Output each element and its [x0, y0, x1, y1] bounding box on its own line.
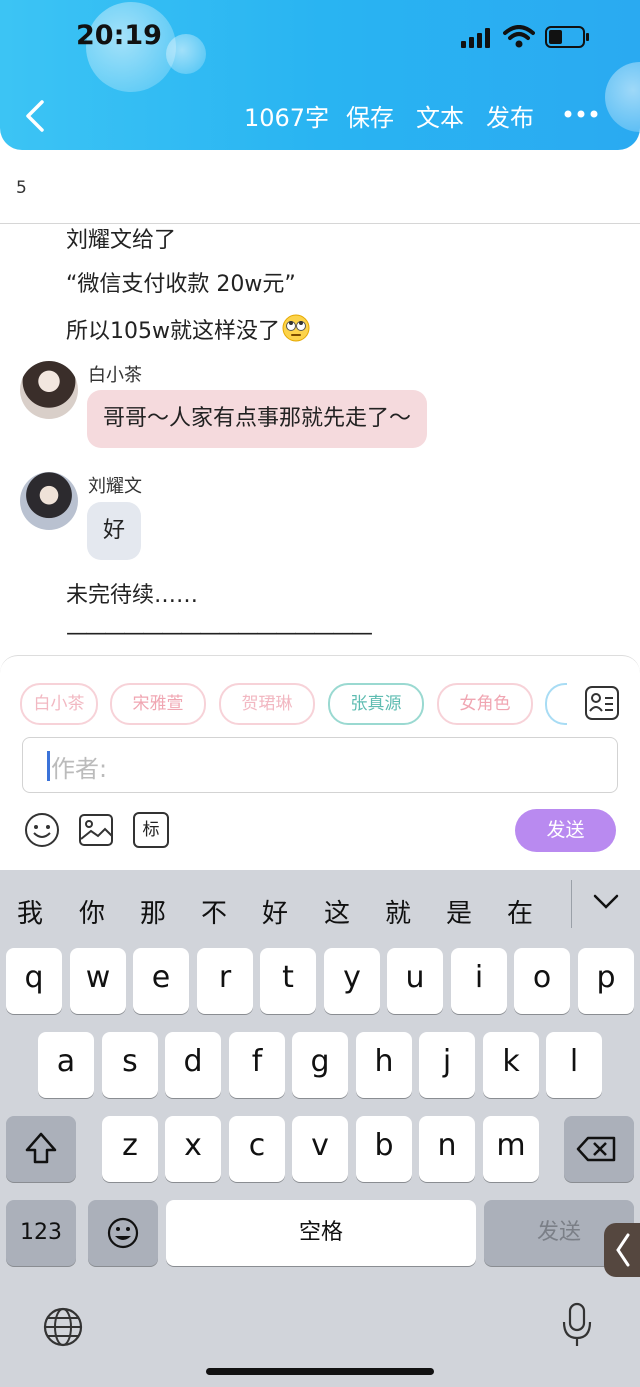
key[interactable]: q: [6, 948, 62, 1014]
counter-row: [0, 150, 640, 224]
tag-icon[interactable]: 标: [133, 812, 169, 848]
key[interactable]: s: [102, 1032, 158, 1098]
candidate-word[interactable]: 我: [17, 893, 43, 930]
backspace-icon: [576, 1136, 616, 1162]
role-chip[interactable]: 宋雅萱: [110, 683, 206, 725]
key[interactable]: z: [102, 1116, 158, 1182]
battery-icon: [545, 26, 589, 48]
key[interactable]: e: [133, 948, 189, 1014]
candidate-word[interactable]: 在: [507, 893, 533, 930]
key[interactable]: g: [292, 1032, 348, 1098]
candidate-word[interactable]: 是: [446, 893, 472, 930]
delete-key[interactable]: [564, 1116, 634, 1182]
save-button[interactable]: 保存: [346, 98, 394, 133]
candidate-word[interactable]: 这: [324, 893, 350, 930]
word-count: 1067字: [244, 104, 330, 132]
key[interactable]: p: [578, 948, 634, 1014]
story-line-text: 所以105w就这样没了: [66, 319, 280, 344]
key[interactable]: r: [197, 948, 253, 1014]
key[interactable]: y: [324, 948, 380, 1014]
candidate-word[interactable]: 你: [79, 893, 105, 930]
emoji-icon[interactable]: [24, 812, 60, 848]
story-line: 未完待续……: [66, 583, 199, 608]
more-icon[interactable]: [563, 108, 599, 120]
decor-bubble: [605, 62, 640, 132]
counter-value: 5: [16, 178, 27, 198]
microphone-icon[interactable]: [560, 1302, 594, 1348]
role-chip[interactable]: 女角色: [437, 683, 533, 725]
key[interactable]: d: [165, 1032, 221, 1098]
key[interactable]: l: [546, 1032, 602, 1098]
signal-icon: [461, 28, 490, 48]
emoji-keyboard-icon: [107, 1217, 139, 1249]
key[interactable]: v: [292, 1116, 348, 1182]
message-bubble: 哥哥～人家有点事那就先走了～: [87, 390, 428, 448]
key[interactable]: w: [70, 948, 126, 1014]
back-icon[interactable]: [24, 100, 46, 132]
sender-name: 刘耀文: [88, 476, 142, 497]
candidate-word[interactable]: 那: [140, 893, 166, 930]
role-chip[interactable]: 白小茶: [20, 683, 98, 725]
chevron-down-icon[interactable]: [593, 893, 619, 911]
emoji-key[interactable]: [88, 1200, 158, 1266]
story-line: 刘耀文给了: [66, 228, 177, 253]
globe-icon[interactable]: [42, 1306, 84, 1348]
send-button[interactable]: 发送: [515, 809, 616, 852]
image-icon[interactable]: [78, 812, 114, 848]
key[interactable]: o: [514, 948, 570, 1014]
avatar[interactable]: [20, 361, 78, 419]
sender-name: 白小茶: [88, 365, 142, 386]
eye-roll-emoji-icon: [282, 314, 310, 342]
home-indicator: [206, 1368, 434, 1375]
candidate-word[interactable]: 就: [385, 893, 411, 930]
story-line: “微信支付收款 20w元”: [66, 272, 296, 297]
chevron-left-icon: [616, 1233, 630, 1267]
candidate-word[interactable]: 不: [201, 893, 227, 930]
key[interactable]: a: [38, 1032, 94, 1098]
key[interactable]: c: [229, 1116, 285, 1182]
numbers-key[interactable]: 123: [6, 1200, 76, 1266]
decor-bubble: [166, 34, 206, 74]
key[interactable]: m: [483, 1116, 539, 1182]
shift-key[interactable]: [6, 1116, 76, 1182]
candidate-word[interactable]: 好: [262, 893, 288, 930]
key[interactable]: b: [356, 1116, 412, 1182]
key[interactable]: k: [483, 1032, 539, 1098]
side-drawer-handle[interactable]: [604, 1223, 640, 1277]
shift-icon: [25, 1132, 57, 1164]
key[interactable]: u: [387, 948, 443, 1014]
key[interactable]: f: [229, 1032, 285, 1098]
text-button[interactable]: 文本: [416, 98, 464, 133]
contact-card-icon[interactable]: [585, 686, 619, 720]
story-line: 所以105w就这样没了: [66, 310, 310, 345]
role-chip[interactable]: 张真源: [328, 683, 424, 725]
avatar[interactable]: [20, 472, 78, 530]
publish-button[interactable]: 发布: [486, 98, 534, 133]
key[interactable]: t: [260, 948, 316, 1014]
key[interactable]: i: [451, 948, 507, 1014]
text-cursor: [47, 751, 50, 781]
key[interactable]: h: [356, 1032, 412, 1098]
key[interactable]: x: [165, 1116, 221, 1182]
divider-line: ————————————————: [66, 621, 373, 646]
wifi-icon: [503, 25, 535, 48]
key[interactable]: n: [419, 1116, 475, 1182]
author-placeholder: 作者:: [51, 755, 108, 783]
role-chip[interactable]: 贺珺琳: [219, 683, 315, 725]
message-bubble: 好: [87, 502, 142, 560]
key[interactable]: j: [419, 1032, 475, 1098]
author-input[interactable]: 作者:: [22, 737, 618, 793]
space-key[interactable]: 空格: [166, 1200, 476, 1266]
candidate-divider: [571, 880, 572, 928]
status-time: 20:19: [76, 20, 162, 51]
